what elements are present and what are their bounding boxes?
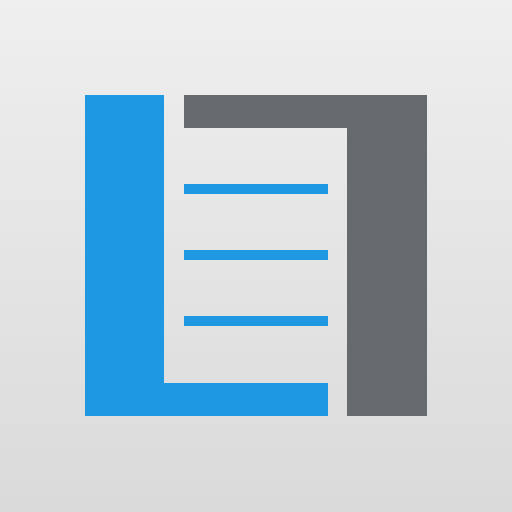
list-line-3 bbox=[184, 316, 328, 326]
list-line-1 bbox=[184, 184, 328, 194]
list-line-2 bbox=[184, 250, 328, 260]
document-list-logo-icon bbox=[85, 95, 427, 416]
app-icon-tile[interactable] bbox=[0, 0, 512, 512]
